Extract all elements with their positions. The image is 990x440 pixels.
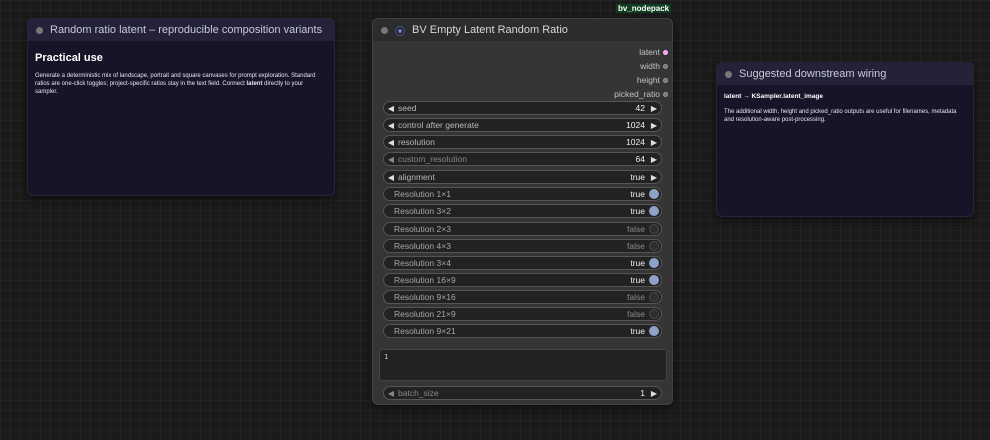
toggle-label: Resolution 16×9 xyxy=(394,275,456,285)
decrement-arrow-icon[interactable]: ◀ xyxy=(384,155,398,164)
note-title-bar[interactable]: Suggested downstream wiring xyxy=(717,63,973,85)
toggle-knob-icon[interactable] xyxy=(649,258,659,268)
increment-arrow-icon[interactable]: ▶ xyxy=(647,155,661,164)
widget-label: control after generate xyxy=(398,120,479,130)
control-after-generate-widget[interactable]: ◀ control after generate 1024 ▶ xyxy=(383,118,662,132)
toggle-resolution-3x4[interactable]: Resolution 3×4 true xyxy=(383,256,662,270)
decrement-arrow-icon[interactable]: ◀ xyxy=(384,121,398,130)
output-label: picked_ratio xyxy=(614,89,660,99)
toggle-value: false xyxy=(627,224,645,234)
note-heading: Practical use xyxy=(35,52,103,64)
toggle-value: true xyxy=(630,258,645,268)
output-label: height xyxy=(636,75,660,85)
toggle-knob-icon[interactable] xyxy=(649,224,659,234)
note-title: Random ratio latent – reproducible compo… xyxy=(50,24,323,36)
swirl-icon: ⦿ xyxy=(395,26,405,38)
node-title: BV Empty Latent Random Ratio xyxy=(412,24,568,36)
output-width[interactable]: width xyxy=(373,59,672,73)
output-socket-icon[interactable] xyxy=(663,49,668,55)
note-text-bold: latent xyxy=(246,81,263,87)
toggle-label: Resolution 3×4 xyxy=(394,258,451,268)
toggle-label: Resolution 4×3 xyxy=(394,241,451,251)
toggle-knob-icon[interactable] xyxy=(649,206,659,216)
widget-label: batch_size xyxy=(398,388,439,398)
decrement-arrow-icon[interactable]: ◀ xyxy=(384,138,398,147)
collapse-dot-icon[interactable] xyxy=(725,70,732,78)
group-title[interactable]: bv_nodepack xyxy=(616,4,672,13)
toggle-knob-icon[interactable] xyxy=(649,275,659,285)
widget-value: 1024 xyxy=(626,120,645,130)
toggle-resolution-16x9[interactable]: Resolution 16×9 true xyxy=(383,273,662,287)
widget-value: 1 xyxy=(640,388,645,398)
note-text: The additional width, height and picked_… xyxy=(724,109,957,123)
note-text: Generate a deterministic mix of landscap… xyxy=(35,72,327,96)
note-node-downstream-wiring[interactable]: Suggested downstream wiring latent → KSa… xyxy=(716,62,974,217)
toggle-value: false xyxy=(627,292,645,302)
widget-label: seed xyxy=(398,103,417,113)
toggle-resolution-9x21[interactable]: Resolution 9×21 true xyxy=(383,324,662,338)
decrement-arrow-icon[interactable]: ◀ xyxy=(384,389,398,398)
widget-value: true xyxy=(630,172,645,182)
output-height[interactable]: height xyxy=(373,73,672,87)
toggle-label: Resolution 21×9 xyxy=(394,309,456,319)
widget-value: 42 xyxy=(635,103,645,113)
toggle-knob-icon[interactable] xyxy=(649,241,659,251)
toggle-resolution-21x9[interactable]: Resolution 21×9 false xyxy=(383,307,662,321)
toggle-value: false xyxy=(627,309,645,319)
toggle-value: true xyxy=(630,189,645,199)
output-socket-icon[interactable] xyxy=(663,77,668,83)
random-ratio-node[interactable]: ⦿ BV Empty Latent Random Ratio latent wi… xyxy=(372,18,673,405)
toggle-value: true xyxy=(630,326,645,336)
toggle-resolution-2x3[interactable]: Resolution 2×3 false xyxy=(383,222,662,236)
increment-arrow-icon[interactable]: ▶ xyxy=(647,104,661,113)
toggle-label: Resolution 9×21 xyxy=(394,326,456,336)
toggle-resolution-3x2[interactable]: Resolution 3×2 true xyxy=(383,204,662,218)
output-latent[interactable]: latent xyxy=(373,45,672,59)
collapse-dot-icon[interactable] xyxy=(36,26,43,34)
toggle-knob-icon[interactable] xyxy=(649,309,659,319)
toggle-label: Resolution 9×16 xyxy=(394,292,456,302)
toggle-knob-icon[interactable] xyxy=(649,292,659,302)
output-socket-icon[interactable] xyxy=(663,63,668,69)
increment-arrow-icon[interactable]: ▶ xyxy=(647,173,661,182)
decrement-arrow-icon[interactable]: ◀ xyxy=(384,173,398,182)
note-title-bar[interactable]: Random ratio latent – reproducible compo… xyxy=(28,19,334,41)
decrement-arrow-icon[interactable]: ◀ xyxy=(384,104,398,113)
toggle-knob-icon[interactable] xyxy=(649,326,659,336)
node-title-bar[interactable]: ⦿ BV Empty Latent Random Ratio xyxy=(373,19,672,41)
toggle-knob-icon[interactable] xyxy=(649,189,659,199)
seed-widget[interactable]: ◀ seed 42 ▶ xyxy=(383,101,662,115)
toggle-resolution-9x16[interactable]: Resolution 9×16 false xyxy=(383,290,662,304)
output-socket-icon[interactable] xyxy=(663,91,668,97)
output-picked-ratio[interactable]: picked_ratio xyxy=(373,87,672,101)
increment-arrow-icon[interactable]: ▶ xyxy=(647,389,661,398)
resolution-widget[interactable]: ◀ resolution 1024 ▶ xyxy=(383,135,662,149)
toggle-value: false xyxy=(627,241,645,251)
collapse-dot-icon[interactable] xyxy=(381,26,388,34)
custom-resolution-widget[interactable]: ◀ custom_resolution 64 ▶ xyxy=(383,152,662,166)
node-outputs: latent width height picked_ratio xyxy=(373,41,672,101)
toggle-label: Resolution 3×2 xyxy=(394,206,451,216)
toggle-resolution-4x3[interactable]: Resolution 4×3 false xyxy=(383,239,662,253)
output-label: latent xyxy=(639,47,660,57)
batch-size-widget[interactable]: ◀ batch_size 1 ▶ xyxy=(383,386,662,400)
alignment-widget[interactable]: ◀ alignment true ▶ xyxy=(383,170,662,184)
note-node-practical-use[interactable]: Random ratio latent – reproducible compo… xyxy=(27,18,335,196)
toggle-label: Resolution 1×1 xyxy=(394,189,451,199)
toggle-label: Resolution 2×3 xyxy=(394,224,451,234)
toggle-resolution-1x1[interactable]: Resolution 1×1 true xyxy=(383,187,662,201)
toggle-value: true xyxy=(630,275,645,285)
wiring-instruction: latent → KSampler.latent_image xyxy=(724,93,823,100)
note-title: Suggested downstream wiring xyxy=(739,68,887,80)
widget-value: 64 xyxy=(635,154,645,164)
widget-value: 1024 xyxy=(626,137,645,147)
toggle-value: true xyxy=(630,206,645,216)
widget-label: alignment xyxy=(398,172,435,182)
increment-arrow-icon[interactable]: ▶ xyxy=(647,121,661,130)
custom-ratios-textarea[interactable]: 1 xyxy=(379,349,667,381)
widget-label: resolution xyxy=(398,137,435,147)
increment-arrow-icon[interactable]: ▶ xyxy=(647,138,661,147)
output-label: width xyxy=(640,61,660,71)
widget-label: custom_resolution xyxy=(398,154,467,164)
